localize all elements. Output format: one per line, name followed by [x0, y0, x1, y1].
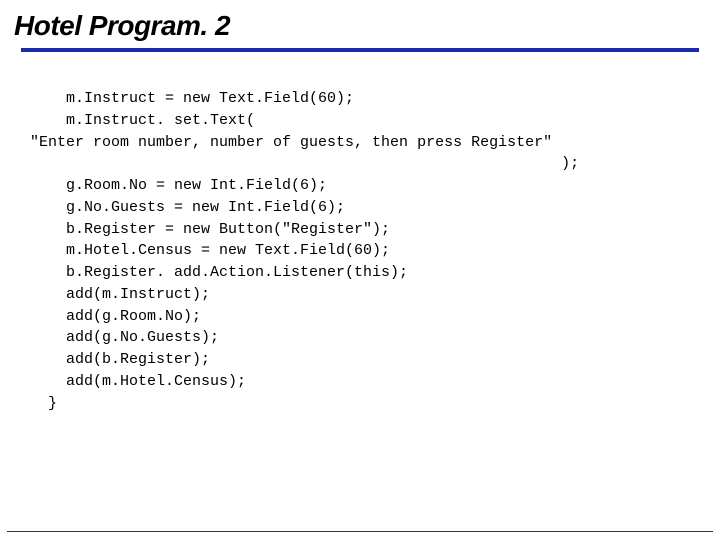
title-area: Hotel Program. 2 — [0, 0, 720, 52]
footer-line — [7, 531, 713, 532]
slide-title: Hotel Program. 2 — [14, 10, 706, 42]
code-block: m.Instruct = new Text.Field(60); m.Instr… — [0, 52, 720, 414]
slide: Hotel Program. 2 m.Instruct = new Text.F… — [0, 0, 720, 540]
